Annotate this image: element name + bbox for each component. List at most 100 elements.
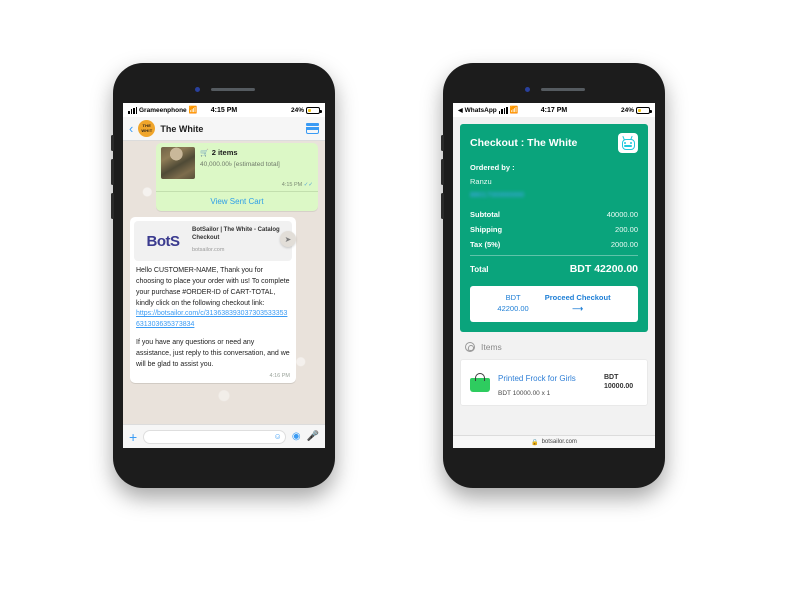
message-text: Hello CUSTOMER-NAME, Thank you for choos…: [134, 261, 292, 371]
total-value: BDT 42200.00: [569, 263, 638, 275]
message-input-bar: + ☺ ◉ 🎤: [123, 424, 325, 448]
avatar[interactable]: THE WHIT: [138, 120, 156, 137]
avatar-line-2: WHIT: [141, 127, 153, 133]
right-phone-screen: ◀ WhatsApp 📶 4:17 PM 24% Checkout : The …: [453, 103, 655, 448]
volume-down-button[interactable]: [441, 193, 444, 219]
left-phone-screen: Grameenphone 📶 4:15 PM 24% ‹ THE WHIT Th…: [123, 103, 325, 448]
arrow-right-icon: ⟶: [572, 303, 584, 313]
cart-message-bubble: 🛒 2 items 40,000.00৳ [estimated total] 4…: [156, 143, 318, 211]
item-quantity-line: BDT 10000.00 x 1: [498, 389, 551, 397]
cart-items-count: 2 items: [211, 148, 238, 157]
ordered-by-label: Ordered by :: [470, 163, 515, 172]
front-camera-icon: [525, 87, 530, 92]
botsailor-logo: BotS: [146, 232, 181, 250]
link-preview-card[interactable]: BotS BotSailor | The White - Catalog Che…: [134, 221, 292, 261]
mute-switch[interactable]: [441, 135, 444, 151]
items-section-title: Items: [481, 341, 502, 352]
proceed-checkout-button[interactable]: BDT 42200.00 Proceed Checkout ⟶: [470, 286, 638, 322]
divider: [470, 255, 638, 256]
browser-domain: botsailor.com: [541, 439, 577, 445]
plus-icon[interactable]: +: [129, 430, 137, 444]
customer-phone: 8801700000000: [470, 190, 525, 199]
checkout-link[interactable]: https://botsailor.com/c/3136383930373035…: [136, 310, 287, 328]
carrier-label: Grameenphone: [139, 106, 187, 114]
chevron-left-icon[interactable]: ‹: [129, 122, 133, 135]
item-price: BDT 10000.00: [604, 373, 634, 391]
view-sent-cart-button[interactable]: View Sent Cart: [161, 192, 313, 208]
battery-icon: [306, 106, 322, 114]
status-time: 4:17 PM: [540, 106, 568, 114]
summary-row: Tax (5%) 2000.00: [470, 240, 638, 249]
signal-bars-icon: [498, 106, 508, 114]
whatsapp-icon: [465, 341, 475, 352]
back-triangle-icon[interactable]: ◀: [458, 107, 463, 114]
earpiece-speaker: [541, 88, 585, 91]
checkout-summary-card: Checkout : The White Ordered by : Ranzu …: [460, 124, 648, 332]
catalog-icon[interactable]: [306, 123, 319, 134]
cart-message-meta: 4:15 PM ✓✓: [161, 182, 313, 188]
battery-icon: [636, 106, 652, 114]
mute-switch[interactable]: [111, 135, 114, 151]
checkout-page: Checkout : The White Ordered by : Ranzu …: [453, 117, 655, 448]
incoming-message-bubble: ➤ BotS BotSailor | The White - Catalog C…: [130, 217, 296, 383]
microphone-icon[interactable]: 🎤: [307, 431, 319, 442]
summary-row: Shipping 200.00: [470, 225, 638, 234]
wifi-icon: 📶: [509, 107, 519, 114]
summary-row: Subtotal 40000.00: [470, 210, 638, 219]
item-name[interactable]: Printed Frock for Girls: [498, 374, 576, 383]
screenshot-stage: Grameenphone 📶 4:15 PM 24% ‹ THE WHIT Th…: [0, 0, 800, 600]
browser-address-bar[interactable]: 🔒 botsailor.com: [453, 435, 655, 448]
earpiece-speaker: [211, 88, 255, 91]
shopping-bag-icon: [470, 372, 490, 392]
wifi-icon: 📶: [188, 107, 198, 114]
total-row: Total BDT 42200.00: [470, 263, 638, 275]
link-preview-domain: botsailor.com: [192, 247, 225, 254]
volume-up-button[interactable]: [441, 159, 444, 185]
button-currency: BDT: [505, 293, 521, 302]
items-section-header: Items: [453, 332, 655, 359]
double-check-icon: ✓✓: [303, 182, 313, 188]
status-bar-left: Grameenphone 📶 4:15 PM 24%: [123, 103, 325, 117]
message-paragraph-2: If you have any questions or need any as…: [136, 339, 290, 368]
phone-left: Grameenphone 📶 4:15 PM 24% ‹ THE WHIT Th…: [111, 63, 335, 488]
cart-estimated-total: 40,000.00৳ [estimated total]: [200, 161, 280, 168]
sticker-icon[interactable]: ☺: [274, 432, 282, 441]
summary-row-label: Tax (5%): [470, 240, 501, 249]
phone-right: ◀ WhatsApp 📶 4:17 PM 24% Checkout : The …: [441, 63, 665, 488]
status-time: 4:15 PM: [210, 106, 238, 114]
battery-percent: 24%: [290, 106, 304, 114]
customer-name: Ranzu: [470, 177, 492, 186]
chat-header: ‹ THE WHIT The White: [123, 117, 325, 141]
cart-message-time: 4:15 PM: [281, 182, 303, 188]
front-camera-icon: [195, 87, 200, 92]
list-item[interactable]: Printed Frock for Girls BDT 10000.00 x 1…: [460, 358, 648, 406]
chat-body: 🛒 2 items 40,000.00৳ [estimated total] 4…: [123, 141, 325, 424]
message-input[interactable]: ☺: [143, 429, 286, 444]
button-amount: 42200.00: [497, 303, 529, 313]
summary-row-value: 2000.00: [610, 240, 638, 249]
summary-row-label: Shipping: [470, 225, 503, 234]
cart-product-thumbnail[interactable]: [161, 147, 195, 179]
summary-row-value: 40000.00: [606, 210, 638, 219]
volume-up-button[interactable]: [111, 159, 114, 185]
message-paragraph-1: Hello CUSTOMER-NAME, Thank you for choos…: [136, 266, 290, 331]
message-paragraph-1-text: Hello CUSTOMER-NAME, Thank you for choos…: [136, 267, 290, 307]
summary-row-value: 200.00: [615, 225, 638, 234]
camera-icon[interactable]: ◉: [292, 431, 301, 442]
back-app-label[interactable]: WhatsApp: [465, 107, 497, 114]
incoming-message-time: 4:16 PM: [269, 372, 290, 379]
signal-bars-icon: [128, 106, 137, 114]
summary-rows: Subtotal 40000.00 Shipping 200.00 Tax (5…: [470, 210, 638, 249]
total-label: Total: [470, 265, 489, 274]
proceed-checkout-label: Proceed Checkout: [544, 293, 611, 302]
shopping-cart-icon: 🛒: [200, 149, 209, 157]
forward-arrow-icon[interactable]: ➤: [280, 231, 296, 247]
summary-row-label: Subtotal: [470, 210, 500, 219]
battery-percent: 24%: [620, 106, 634, 114]
link-preview-title: BotSailor | The White - Catalog Checkout: [192, 227, 280, 242]
chat-title: The White: [160, 123, 204, 134]
lock-icon: 🔒: [531, 439, 539, 446]
page-title: Checkout : The White: [470, 137, 578, 149]
status-bar-right: ◀ WhatsApp 📶 4:17 PM 24%: [453, 103, 655, 117]
volume-down-button[interactable]: [111, 193, 114, 219]
